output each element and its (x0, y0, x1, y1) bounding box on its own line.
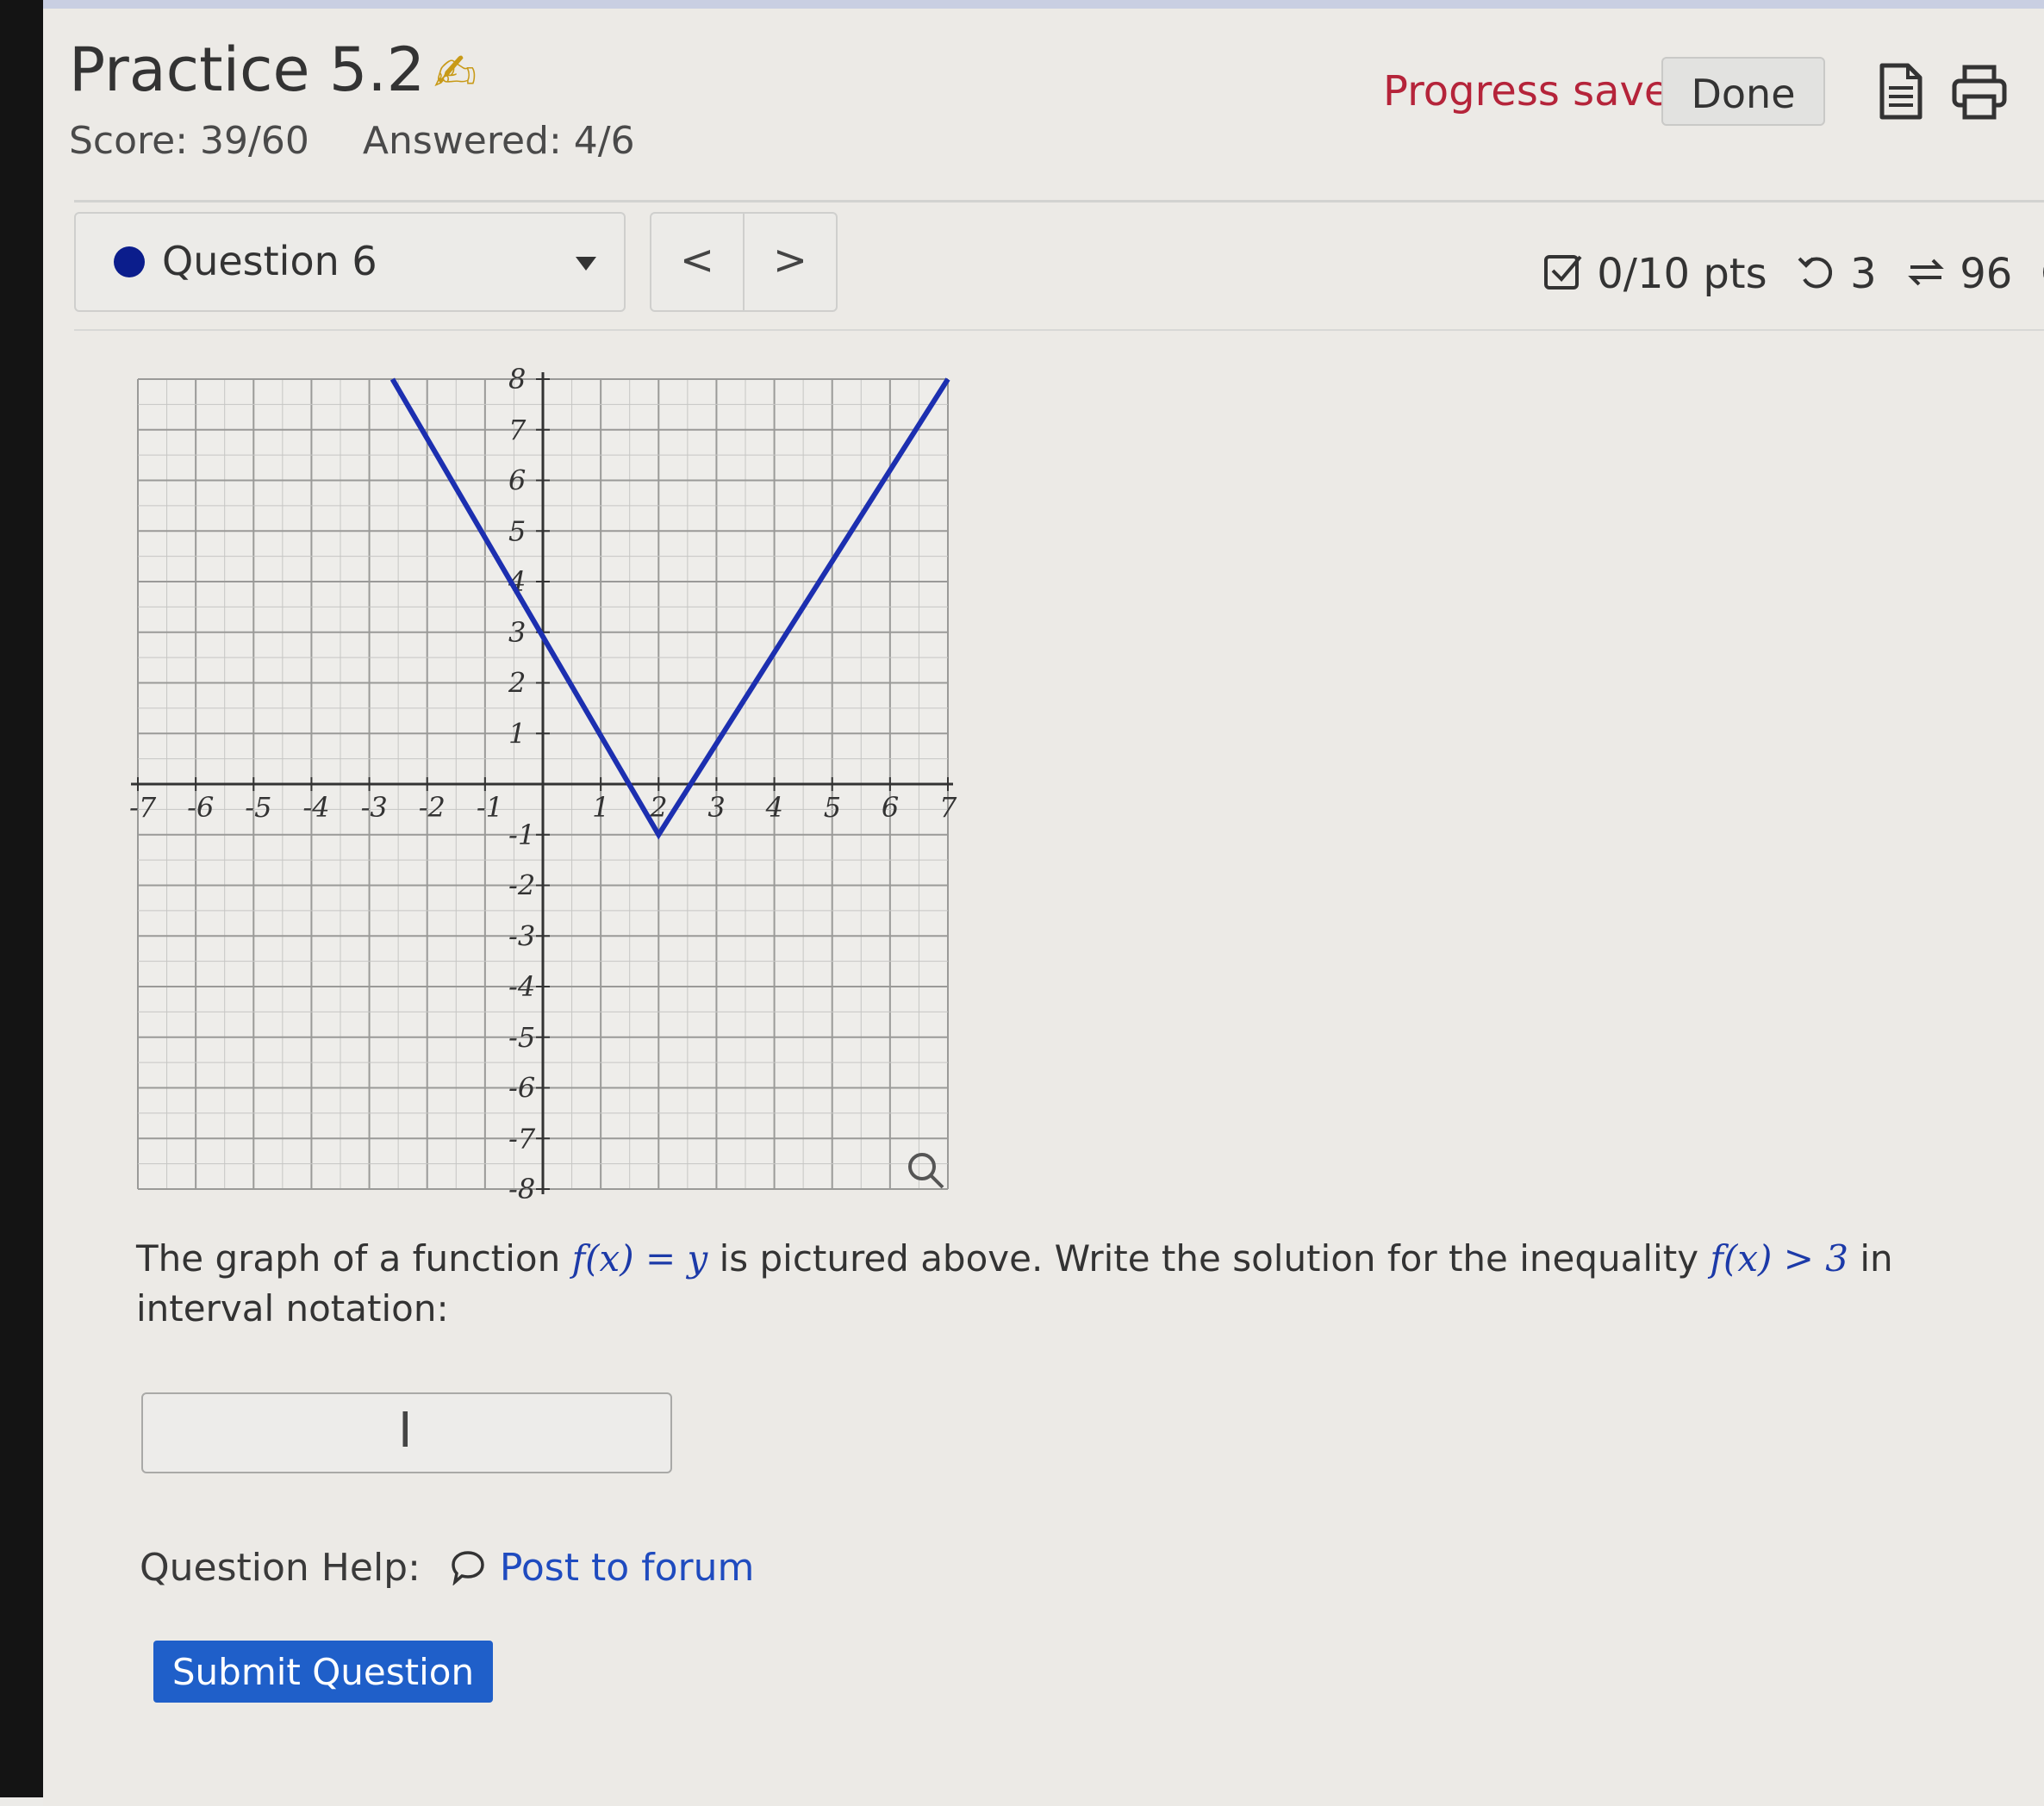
x-tick-label: -2 (419, 791, 446, 824)
y-tick-label: 6 (508, 464, 526, 497)
y-tick-label: -8 (508, 1173, 535, 1205)
progress-status: Progress saved (1383, 67, 1696, 115)
info-icon[interactable] (2041, 252, 2044, 303)
answered-text: Answered: 4/6 (362, 119, 635, 163)
graph-canvas: -7 -6 -5 -4 -3 -2 -1 1 2 3 4 5 6 787654321-1-2-3-4-5-… (129, 363, 957, 1205)
y-tick-label: -3 (508, 919, 535, 952)
pen-icon: ✍ (433, 43, 477, 103)
score-text: Score: 39/60 (69, 119, 309, 163)
question-selector[interactable]: Question 6 (74, 212, 626, 312)
checkbox-icon (1542, 252, 1584, 303)
score-summary: Score: 39/60 Answered: 4/6 (69, 119, 635, 163)
y-tick-label: -6 (508, 1072, 535, 1105)
x-tick-label: -6 (187, 791, 214, 824)
function-expression: f(x) = y (571, 1237, 708, 1280)
y-tick-label: -7 (508, 1122, 536, 1155)
y-tick-label: 2 (508, 667, 526, 700)
repeat-icon (1905, 252, 1947, 303)
retries-value: 3 (1850, 250, 1877, 298)
retry-icon (1796, 252, 1837, 303)
x-tick-label: 4 (765, 791, 783, 824)
x-tick-label: -3 (361, 791, 388, 824)
page-title: Practice 5.2 ✍ (69, 34, 477, 105)
x-tick-label: 6 (882, 791, 899, 824)
x-tick-label: 5 (824, 791, 841, 824)
chevron-down-icon (576, 257, 596, 271)
title-text: Practice 5.2 (69, 34, 426, 105)
question-help: Question Help: Post to forum (140, 1546, 754, 1595)
x-tick-label: -7 (129, 791, 157, 824)
header-divider (74, 200, 2044, 202)
question-text-part-1: The graph of a function (136, 1237, 572, 1280)
done-button[interactable]: Done (1661, 57, 1825, 126)
speech-bubble-icon (450, 1549, 486, 1595)
question-divider (74, 329, 2044, 331)
question-status-dot (114, 246, 145, 277)
x-tick-label: -5 (245, 791, 271, 824)
y-tick-label: 7 (508, 414, 527, 446)
notes-icon[interactable] (1870, 62, 1930, 122)
function-graph: -7 -6 -5 -4 -3 -2 -1 1 2 3 4 5 6 7 8 7 6 5 4 3 2 1 -1 -2 -3 -4 -5-… (121, 362, 965, 1210)
question-selector-label: Question 6 (162, 238, 377, 284)
x-tick-label: -1 (477, 791, 503, 824)
question-help-label: Question Help: (140, 1546, 421, 1590)
y-tick-label: 5 (508, 514, 526, 547)
print-icon[interactable] (1949, 62, 2010, 122)
x-tick-label: -4 (302, 791, 329, 824)
text-cursor-icon: I (398, 1403, 413, 1459)
question-stats: 0/10 pts 3 96 (1542, 250, 2044, 303)
next-question-button[interactable]: > (743, 212, 838, 312)
attempts-value: 96 (1960, 250, 2013, 298)
post-to-forum-link[interactable]: Post to forum (500, 1546, 754, 1590)
points-value: 0/10 pts (1597, 250, 1767, 298)
y-tick-label: -4 (508, 970, 535, 1003)
y-tick-label: -5 (508, 1021, 535, 1054)
y-tick-label: 8 (508, 363, 526, 395)
x-tick-label: 3 (707, 791, 725, 824)
y-tick-label: 3 (508, 616, 526, 649)
x-tick-label: 1 (592, 791, 609, 824)
question-text-part-2: is pictured above. Write the solution fo… (707, 1237, 1711, 1280)
y-tick-label: -1 (508, 819, 535, 851)
submit-question-button[interactable]: Submit Question (153, 1641, 493, 1703)
inequality-expression: f(x) > 3 (1710, 1237, 1849, 1280)
y-tick-label: 1 (508, 717, 526, 750)
previous-question-button[interactable]: < (650, 212, 745, 312)
y-tick-label: -2 (508, 869, 535, 902)
question-text: The graph of a function f(x) = y is pict… (136, 1234, 1980, 1334)
x-tick-label: 7 (939, 791, 957, 824)
